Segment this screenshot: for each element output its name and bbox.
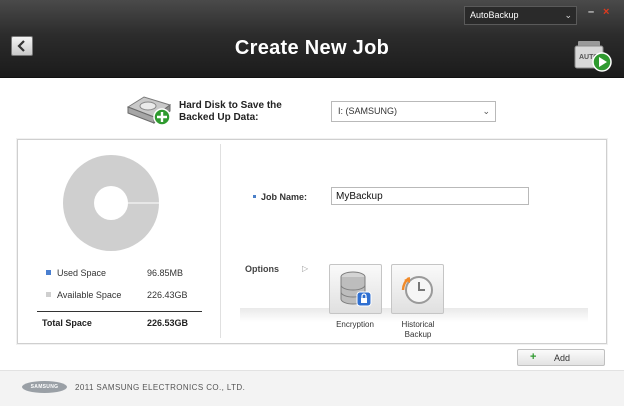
add-button[interactable]: + Add bbox=[517, 349, 605, 366]
copyright-text: 2011 SAMSUNG ELECTRONICS CO., LTD. bbox=[75, 383, 246, 392]
database-lock-icon bbox=[340, 271, 371, 307]
historical-caption-line1: Historical bbox=[401, 320, 435, 329]
total-space-label: Total Space bbox=[42, 318, 92, 328]
options-label: Options bbox=[245, 264, 279, 274]
legend-label: Available Space bbox=[57, 290, 122, 300]
add-button-label: Add bbox=[554, 353, 571, 363]
disk-label: Hard Disk to Save the Backed Up Data: bbox=[179, 100, 282, 123]
historical-backup-caption: Historical Backup bbox=[388, 320, 448, 340]
available-space-swatch bbox=[45, 291, 52, 298]
page-title: Create New Job bbox=[234, 37, 390, 59]
total-space-row: Total Space 226.53GB bbox=[42, 318, 202, 328]
encryption-caption: Encryption bbox=[336, 320, 374, 329]
autobackup-icon: AUTO bbox=[574, 41, 612, 72]
legend-label: Used Space bbox=[57, 268, 107, 278]
disk-select-value: I: (SAMSUNG) bbox=[338, 106, 398, 116]
close-button[interactable]: × bbox=[603, 6, 609, 18]
minimize-button[interactable]: – bbox=[588, 6, 594, 18]
chevron-down-icon: ⌄ bbox=[564, 10, 572, 20]
historical-caption-line2: Backup bbox=[404, 330, 432, 339]
app-mode-select[interactable]: AutoBackup ⌄ bbox=[464, 6, 577, 25]
samsung-logo: SAMSUNG bbox=[22, 381, 67, 393]
historical-backup-button[interactable] bbox=[391, 264, 444, 314]
used-space-swatch bbox=[45, 269, 52, 276]
legend-value: 96.85MB bbox=[147, 268, 184, 278]
legend-value: 226.43GB bbox=[147, 290, 188, 300]
hard-disk-add-icon bbox=[126, 96, 172, 126]
disk-usage-chart bbox=[63, 155, 159, 251]
bullet-icon bbox=[253, 195, 256, 198]
panel-divider bbox=[220, 144, 221, 338]
disk-select[interactable]: I: (SAMSUNG) ⌄ bbox=[331, 101, 496, 122]
chevron-right-icon: ▷ bbox=[302, 264, 309, 273]
total-space-value: 226.53GB bbox=[147, 318, 189, 328]
plus-icon: + bbox=[530, 351, 537, 363]
encryption-button[interactable] bbox=[329, 264, 382, 314]
clock-history-icon bbox=[401, 276, 433, 304]
job-name-input[interactable]: MyBackup bbox=[331, 187, 529, 205]
total-divider bbox=[37, 311, 202, 312]
chevron-down-icon: ⌄ bbox=[482, 106, 490, 116]
app-mode-value: AutoBackup bbox=[470, 10, 519, 20]
job-name-label: Job Name: bbox=[261, 192, 308, 202]
chart-hole bbox=[94, 186, 128, 220]
